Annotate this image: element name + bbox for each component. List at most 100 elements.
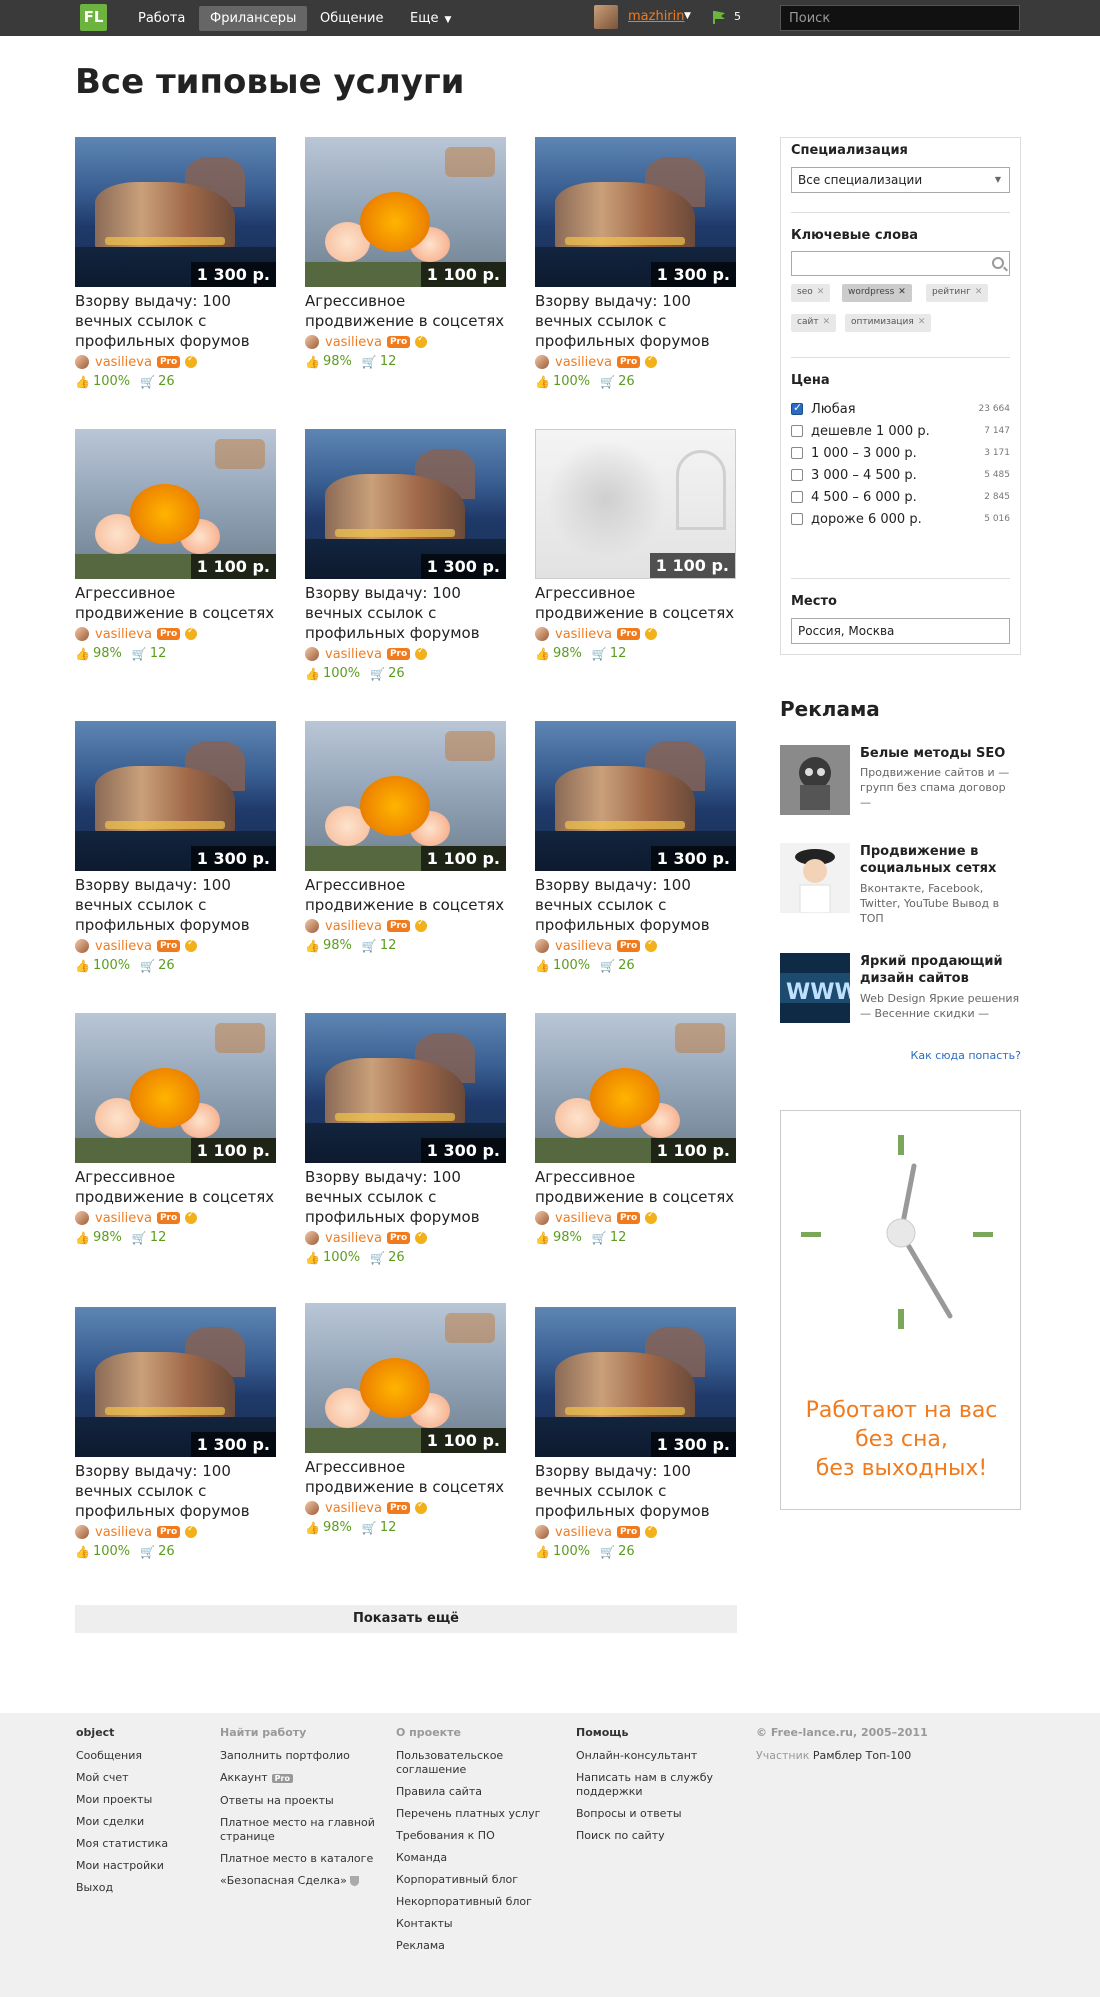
service-image[interactable]: 1 300 р. (535, 721, 736, 871)
service-title[interactable]: Агрессивное продвижение в соцсетях (535, 583, 737, 623)
rambler-counter[interactable]: Участник Рамблер Топ-100 (756, 1749, 956, 1763)
service-title[interactable]: Взорву выдачу: 100 вечных ссылок с профи… (305, 583, 507, 643)
footer-link[interactable]: Команда (396, 1851, 556, 1865)
price-option[interactable]: дороже 6 000 р. 5 016 (791, 510, 1010, 528)
price-checkbox[interactable] (791, 469, 803, 481)
footer-link[interactable]: Перечень платных услуг (396, 1807, 556, 1821)
author-name[interactable]: vasilieva (95, 1525, 152, 1540)
keywords-input[interactable] (791, 251, 1010, 276)
author-name[interactable]: vasilieva (325, 1231, 382, 1246)
nav-freelancers[interactable]: Фрилансеры (199, 6, 308, 31)
service-title[interactable]: Агрессивное продвижение в соцсетях (75, 1167, 277, 1207)
service-title[interactable]: Взорву выдачу: 100 вечных ссылок с профи… (535, 875, 737, 935)
author-name[interactable]: vasilieva (95, 355, 152, 370)
footer-link[interactable]: Ответы на проекты (220, 1794, 380, 1808)
footer-link[interactable]: Мои настройки (76, 1859, 206, 1873)
price-option[interactable]: дешевле 1 000 р. 7 147 (791, 422, 1010, 440)
service-image[interactable]: 1 300 р. (535, 137, 736, 287)
avatar[interactable] (305, 1231, 319, 1245)
service-card[interactable]: 1 300 р. Взорву выдачу: 100 вечных ссылок… (305, 429, 507, 681)
service-title[interactable]: Взорву выдачу: 100 вечных ссылок с профи… (75, 1461, 277, 1521)
tag-site[interactable]: сайт ✕ (791, 314, 837, 332)
footer-link[interactable]: Написать нам в службу поддержки (576, 1771, 726, 1799)
footer-link[interactable]: Требования к ПО (396, 1829, 556, 1843)
service-image[interactable]: 1 100 р. (535, 1013, 736, 1163)
author-name[interactable]: vasilieva (555, 939, 612, 954)
close-icon[interactable]: ✕ (817, 287, 825, 297)
avatar[interactable] (75, 1525, 89, 1539)
service-card[interactable]: 1 100 р. Агрессивное продвижение в соцсет… (535, 1013, 737, 1245)
place-input[interactable]: Россия, Москва (791, 618, 1010, 644)
footer-link[interactable]: Корпоративный блог (396, 1873, 556, 1887)
service-card[interactable]: 1 100 р. Агрессивное продвижение в соцсет… (75, 1013, 277, 1245)
author-name[interactable]: vasilieva (325, 647, 382, 662)
tag-rating[interactable]: рейтинг ✕ (926, 284, 989, 302)
close-icon[interactable]: ✕ (975, 287, 983, 297)
avatar[interactable] (305, 335, 319, 349)
logo[interactable]: FL (80, 4, 107, 31)
footer-link[interactable]: Платное место на главной странице (220, 1816, 380, 1844)
avatar[interactable] (75, 1211, 89, 1225)
footer-link[interactable]: Аккаунт Pro (220, 1771, 380, 1786)
avatar[interactable] (535, 627, 549, 641)
price-checkbox[interactable] (791, 425, 803, 437)
author-name[interactable]: vasilieva (325, 335, 382, 350)
nav-more[interactable]: Еще ▼ (399, 6, 462, 31)
close-icon[interactable]: ✕ (823, 317, 831, 327)
ad-title[interactable]: Яркий продающий дизайн сайтов (860, 953, 1020, 987)
price-checkbox[interactable] (791, 513, 803, 525)
service-image[interactable]: 1 300 р. (305, 429, 506, 579)
service-card[interactable]: 1 300 р. Взорву выдачу: 100 вечных ссылок… (305, 1013, 507, 1265)
service-card[interactable]: 1 300 р. Взорву выдачу: 100 вечных ссылок… (75, 137, 277, 389)
service-image[interactable]: 1 100 р. (75, 429, 276, 579)
author-name[interactable]: vasilieva (555, 1211, 612, 1226)
author-name[interactable]: vasilieva (555, 627, 612, 642)
author-name[interactable]: vasilieva (325, 1501, 382, 1516)
author-name[interactable]: vasilieva (555, 1525, 612, 1540)
author-name[interactable]: vasilieva (555, 355, 612, 370)
footer-link[interactable]: Мои сделки (76, 1815, 206, 1829)
service-title[interactable]: Взорву выдачу: 100 вечных ссылок с профи… (305, 1167, 507, 1227)
service-card[interactable]: 1 100 р. Агрессивное продвижение в соцсет… (305, 1303, 507, 1535)
service-card[interactable]: 1 300 р. Взорву выдачу: 100 вечных ссылок… (75, 1307, 277, 1559)
nav-communication[interactable]: Общение (309, 6, 394, 31)
service-title[interactable]: Взорву выдачу: 100 вечных ссылок с профи… (535, 291, 737, 351)
footer-link[interactable]: Заполнить портфолио (220, 1749, 380, 1763)
service-card[interactable]: 1 100 р. Агрессивное продвижение в соцсет… (305, 137, 507, 369)
price-checkbox[interactable] (791, 491, 803, 503)
author-name[interactable]: vasilieva (95, 939, 152, 954)
author-name[interactable]: vasilieva (325, 919, 382, 934)
ad-item[interactable]: Белые методы SEO Продвижение сайтов и — … (780, 745, 1021, 820)
author-name[interactable]: vasilieva (95, 1211, 152, 1226)
service-image[interactable]: 1 300 р. (305, 1013, 506, 1163)
service-title[interactable]: Взорву выдачу: 100 вечных ссылок с профи… (75, 875, 277, 935)
avatar[interactable] (305, 647, 319, 661)
ad-title[interactable]: Продвижение в социальных сетях (860, 843, 1020, 877)
service-image[interactable]: 1 100 р. (305, 1303, 506, 1453)
show-more-button[interactable]: Показать ещё (75, 1605, 737, 1633)
avatar[interactable] (535, 1211, 549, 1225)
tag-optimization[interactable]: оптимизация ✕ (845, 314, 932, 332)
footer-link[interactable]: Сообщения (76, 1749, 206, 1763)
tag-wordpress[interactable]: wordpress ✕ (842, 284, 912, 302)
ad-item[interactable]: WWW Яркий продающий дизайн сайтов Web De… (780, 953, 1021, 1043)
service-title[interactable]: Взорву выдачу: 100 вечных ссылок с профи… (535, 1461, 737, 1521)
close-icon[interactable]: ✕ (898, 287, 906, 297)
price-checkbox[interactable] (791, 447, 803, 459)
price-option[interactable]: Любая 23 664 (791, 400, 1010, 418)
service-image[interactable]: 1 300 р. (535, 1307, 736, 1457)
service-card[interactable]: 1 100 р. Агрессивное продвижение в соцсет… (75, 429, 277, 661)
search-icon[interactable] (992, 257, 1004, 269)
user-name-link[interactable]: mazhirin (628, 9, 685, 24)
service-title[interactable]: Агрессивное продвижение в соцсетях (75, 583, 277, 623)
search-input[interactable] (780, 5, 1020, 31)
user-menu-chevron-icon[interactable]: ▼ (684, 11, 691, 21)
service-image[interactable]: 1 300 р. (75, 137, 276, 287)
close-icon[interactable]: ✕ (918, 317, 926, 327)
service-image[interactable]: 1 300 р. (75, 1307, 276, 1457)
footer-link[interactable]: Правила сайта (396, 1785, 556, 1799)
avatar[interactable] (75, 627, 89, 641)
service-image[interactable]: 1 100 р. (535, 429, 736, 579)
footer-link[interactable]: Мой счет (76, 1771, 206, 1785)
service-title[interactable]: Агрессивное продвижение в соцсетях (305, 1457, 507, 1497)
